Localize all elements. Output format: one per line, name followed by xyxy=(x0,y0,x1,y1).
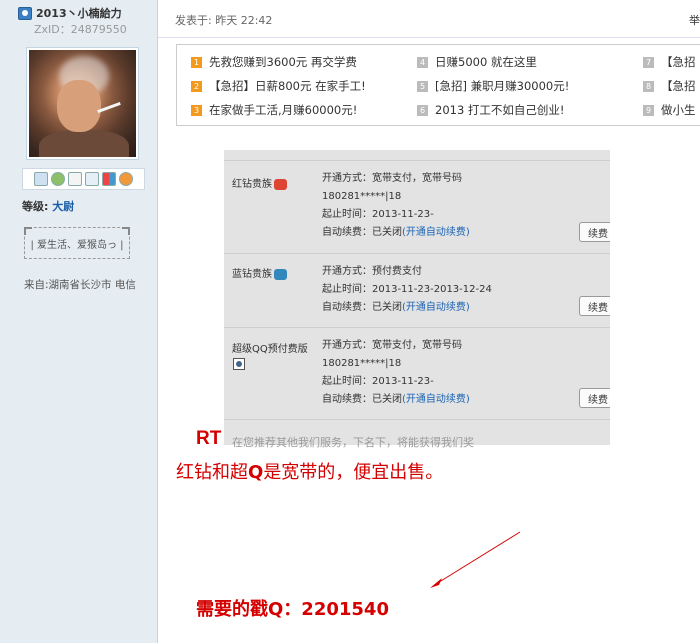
service-details: 开通方式：预付费支付 起止时间：2013-11-23-2013-12-24 自动… xyxy=(322,263,492,317)
renew-button[interactable]: 续费 xyxy=(579,388,610,408)
blue-diamond-icon xyxy=(274,268,287,280)
ad-link[interactable]: 1 先救您赚到3600元 再交学费 xyxy=(191,54,357,70)
service-details: 开通方式：宽带支付，宽带号码 180281*****|18 起止时间：2013-… xyxy=(322,170,470,242)
ad-number: 5 xyxy=(417,80,428,92)
super-qq-icon xyxy=(233,358,245,370)
ad-text[interactable]: 在家做手工活,月赚60000元! xyxy=(209,102,357,118)
card-icon[interactable] xyxy=(85,172,99,186)
service-name-text: 蓝钻贵族 xyxy=(232,269,272,280)
ad-link[interactable]: 3 在家做手工活,月赚60000元! xyxy=(191,102,357,118)
divider xyxy=(224,327,610,328)
service-name: 红钻贵族 xyxy=(232,175,287,190)
service-renew-line: 自动续费：已关闭(开通自动续费) xyxy=(322,224,470,242)
divider xyxy=(224,419,610,420)
service-line: 开通方式：宽带支付，宽带号码 xyxy=(322,340,462,351)
enable-auto-renew-link[interactable]: (开通自动续费) xyxy=(402,227,470,238)
ad-number: 4 xyxy=(417,56,428,68)
ad-link[interactable]: 5 [急招] 兼职月赚30000元! xyxy=(417,78,569,94)
ad-text[interactable]: [急招] 兼职月赚30000元! xyxy=(435,78,569,94)
renew-status: 自动续费：已关闭 xyxy=(322,394,402,405)
service-line: 起止时间：2013-11-23- xyxy=(322,209,434,220)
service-renew-line: 自动续费：已关闭(开通自动续费) xyxy=(322,299,492,317)
user-action-bar xyxy=(22,168,145,190)
post-line-2: 需要的戳Q：2201540 xyxy=(196,599,389,620)
ad-text[interactable]: 【急招】日薪800元 在家手工! xyxy=(209,78,366,94)
service-name: 蓝钻贵族 xyxy=(232,265,287,280)
ad-text[interactable]: 做小生 xyxy=(661,102,696,118)
divider xyxy=(224,253,610,254)
red-diamond-icon xyxy=(274,178,287,190)
online-user-icon xyxy=(18,6,32,20)
service-name-text: 红钻贵族 xyxy=(232,179,272,190)
ad-links-box: 1 先救您赚到3600元 再交学费 2 【急招】日薪800元 在家手工! 3 在家做手… xyxy=(176,44,700,126)
ad-link[interactable]: 7 【急招 xyxy=(643,54,696,70)
renew-button[interactable]: 续费 xyxy=(579,296,610,316)
post-time: 发表于: 昨天 22:42 xyxy=(175,14,273,27)
service-line: 180281*****|18 xyxy=(322,191,402,202)
divider xyxy=(224,160,610,161)
level-value[interactable]: 大尉 xyxy=(52,200,74,213)
ad-number: 6 xyxy=(417,104,428,116)
ad-link[interactable]: 8 【急招 xyxy=(643,78,696,94)
user-id: ZxID：24879550 xyxy=(34,23,127,36)
username-row[interactable]: 2013丶小楠給力 xyxy=(18,5,122,21)
report-link[interactable]: 举 xyxy=(689,12,700,28)
user-signature: | 爱生活、爱猴岛っ | xyxy=(24,227,130,259)
user-sidebar: 2013丶小楠給力 ZxID：24879550 等级: 大尉 | 爱生活、爱猴岛… xyxy=(0,0,158,643)
ad-text[interactable]: 【急招 xyxy=(661,78,696,94)
ad-number: 1 xyxy=(191,56,202,68)
enable-auto-renew-link[interactable]: (开通自动续费) xyxy=(402,302,470,313)
avatar-image xyxy=(29,50,136,157)
post-line-1: 红钻和超Q是宽带的，便宜出售。 xyxy=(176,458,443,484)
ad-text[interactable]: 2013 打工不如自己创业! xyxy=(435,102,565,118)
mail-icon[interactable] xyxy=(34,172,48,186)
renew-button[interactable]: 续费 xyxy=(579,222,610,242)
ad-link[interactable]: 2 【急招】日薪800元 在家手工! xyxy=(191,78,366,94)
ad-text[interactable]: 先救您赚到3600元 再交学费 xyxy=(209,54,357,70)
service-line: 起止时间：2013-11-23-2013-12-24 xyxy=(322,284,492,295)
service-line: 开通方式：宽带支付，宽带号码 xyxy=(322,173,462,184)
ad-text[interactable]: 【急招 xyxy=(661,54,696,70)
ad-link[interactable]: 6 2013 打工不如自己创业! xyxy=(417,102,565,118)
post-line-1-q: Q xyxy=(248,462,264,483)
user-location: 来自:湖南省长沙市 电信 xyxy=(24,279,136,291)
ad-number: 2 xyxy=(191,80,202,92)
service-name: 超级QQ预付费版 xyxy=(232,344,308,355)
user-level: 等级: 大尉 xyxy=(22,198,74,214)
user-icon[interactable] xyxy=(51,172,65,186)
service-line: 开通方式：预付费支付 xyxy=(322,266,422,277)
ad-number: 9 xyxy=(643,104,654,116)
post-line-1-a: 红钻和超 xyxy=(176,462,248,483)
embedded-screenshot: 红钻贵族 开通方式：宽带支付，宽带号码 180281*****|18 起止时间：… xyxy=(224,150,610,445)
doc-icon[interactable] xyxy=(68,172,82,186)
ad-number: 7 xyxy=(643,56,654,68)
service-line: 起止时间：2013-11-23- xyxy=(322,376,434,387)
ad-number: 8 xyxy=(643,80,654,92)
ad-link[interactable]: 4 日赚5000 就在这里 xyxy=(417,54,537,70)
post-line-1-b: 是宽带的，便宜出售。 xyxy=(263,462,444,483)
person-icon[interactable] xyxy=(119,172,133,186)
avatar[interactable] xyxy=(26,47,139,160)
renew-status: 自动续费：已关闭 xyxy=(322,302,402,313)
level-label: 等级: xyxy=(22,200,49,213)
renew-status: 自动续费：已关闭 xyxy=(322,227,402,238)
cut-off-text: 在您推荐其他我们服务，下名下，将能获得我们奖 xyxy=(232,436,474,449)
service-renew-line: 自动续费：已关闭(开通自动续费) xyxy=(322,391,470,409)
service-details: 开通方式：宽带支付，宽带号码 180281*****|18 起止时间：2013-… xyxy=(322,337,470,409)
username[interactable]: 2013丶小楠給力 xyxy=(36,5,122,21)
service-line: 180281*****|18 xyxy=(322,358,402,369)
ad-text[interactable]: 日赚5000 就在这里 xyxy=(435,54,537,70)
post-rt-label: RT xyxy=(196,428,222,449)
arrow-icon xyxy=(430,531,521,588)
post-header: 发表于: 昨天 22:42 举 xyxy=(158,0,700,38)
enable-auto-renew-link[interactable]: (开通自动续费) xyxy=(402,394,470,405)
blocks-icon[interactable] xyxy=(102,172,116,186)
ad-number: 3 xyxy=(191,104,202,116)
ad-link[interactable]: 9 做小生 xyxy=(643,102,696,118)
